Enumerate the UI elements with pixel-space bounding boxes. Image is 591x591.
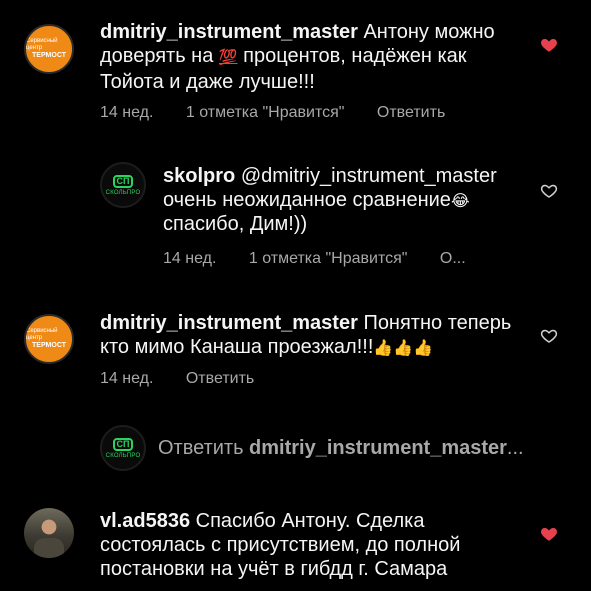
avatar-label: СКОЛЬПРО <box>105 452 141 459</box>
reply-input[interactable]: Ответить dmitriy_instrument_master... <box>158 437 524 460</box>
reply-button[interactable]: Ответить <box>186 370 254 387</box>
avatar-label: СКОЛЬПРО <box>105 189 141 196</box>
timestamp: 14 нед. <box>100 104 154 121</box>
timestamp: 14 нед. <box>163 250 217 267</box>
comment-meta: 14 нед. 1 отметка "Нравится" Ответить <box>100 104 473 122</box>
avatar-photo <box>34 538 64 558</box>
likes-count[interactable]: 1 отметка "Нравится" <box>186 104 345 121</box>
heart-outline-icon[interactable] <box>540 182 558 200</box>
comment-meta: 14 нед. Ответить <box>100 370 282 388</box>
avatar[interactable]: Сервисный центр ТЕРМОСТ <box>24 314 74 364</box>
comment-text: vl.ad5836 Спасибо Антону. Сделка состоял… <box>100 509 510 581</box>
avatar-text: Сервисный центр <box>26 328 58 341</box>
comment-text: dmitriy_instrument_master Понятно теперь… <box>100 311 520 359</box>
comment-text: dmitriy_instrument_master Антону можно д… <box>100 20 510 94</box>
avatar-text: Сервисный центр <box>26 38 58 51</box>
avatar[interactable]: СП СКОЛЬПРО <box>100 162 146 208</box>
comment-meta: 14 нед. 1 отметка "Нравится" О... <box>163 250 494 268</box>
heart-filled-icon[interactable] <box>540 525 558 543</box>
reply-target: dmitriy_instrument_master <box>249 437 507 459</box>
avatar: СП СКОЛЬПРО <box>100 425 146 471</box>
heart-filled-icon[interactable] <box>540 36 558 54</box>
reply-prefix: Ответить <box>158 437 250 459</box>
avatar[interactable]: Сервисный центр ТЕРМОСТ <box>24 24 74 74</box>
timestamp: 14 нед. <box>100 370 154 387</box>
username-link[interactable]: dmitriy_instrument_master <box>100 21 358 43</box>
username-link[interactable]: skolpro <box>163 165 235 187</box>
username-link[interactable]: vl.ad5836 <box>100 510 190 532</box>
avatar-text: ТЕРМОСТ <box>32 342 66 349</box>
thumbs-up-emoji: 👍👍👍 <box>373 340 434 357</box>
reply-button[interactable]: О... <box>440 250 466 267</box>
comment-body-end: спасибо, Дим!)) <box>163 213 308 235</box>
laugh-emoji: 😂 <box>450 193 470 210</box>
heart-outline-icon[interactable] <box>540 327 558 345</box>
comment-text: skolpro @dmitriy_instrument_master очень… <box>163 164 523 236</box>
likes-count[interactable]: 1 отметка "Нравится" <box>249 250 408 267</box>
hundred-emoji: 💯 <box>218 49 238 66</box>
skolpro-logo: СП <box>113 437 133 451</box>
reply-button[interactable]: Ответить <box>377 104 445 121</box>
reply-suffix: ... <box>506 437 524 459</box>
username-link[interactable]: dmitriy_instrument_master <box>100 312 358 334</box>
avatar[interactable] <box>24 508 74 558</box>
skolpro-logo: СП <box>113 174 133 188</box>
avatar-text: ТЕРМОСТ <box>32 52 66 59</box>
